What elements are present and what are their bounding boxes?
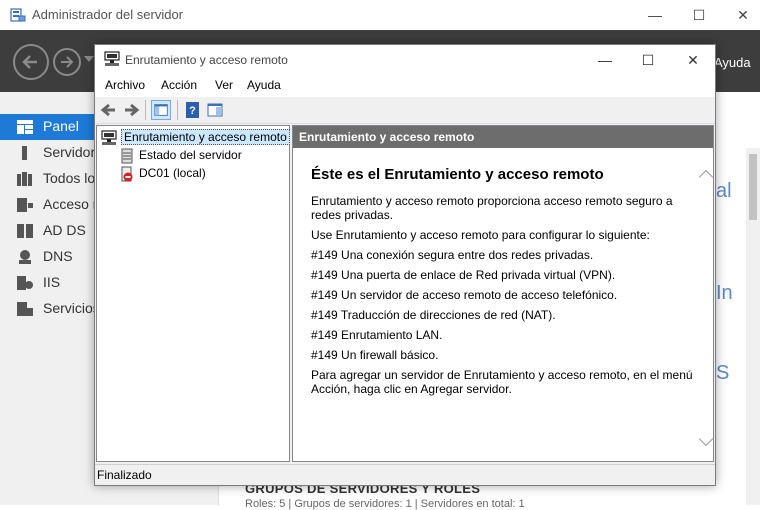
back-arrow-icon [22,55,37,69]
console-tree: Enrutamiento y acceso remoto Estado del … [96,125,290,462]
tree-item-label: Estado del servidor [139,148,242,162]
iis-icon [17,276,33,290]
rras-minimize-button[interactable]: — [590,50,620,70]
detail-list-item: #149 Una puerta de enlace de Red privada… [311,268,616,282]
sidebar-item-label: AD DS [43,222,86,238]
partial-text: S [716,362,730,384]
toolbar: ? [95,97,715,124]
detail-scrollbar[interactable] [697,148,713,461]
help-icon[interactable]: ? [183,100,203,120]
minimize-button[interactable]: — [640,5,670,25]
scroll-down-icon[interactable] [698,431,713,447]
show-hide-console-tree-icon[interactable] [151,100,171,120]
detail-paragraph: Use Enrutamiento y acceso remoto para co… [311,228,650,242]
help-menu[interactable]: Ayuda [714,55,751,70]
history-dropdown-icon[interactable] [84,56,94,62]
forward-button[interactable] [53,48,81,76]
server-manager-titlebar: Administrador del servidor — ☐ ✕ [0,0,760,30]
rras-maximize-button[interactable]: ☐ [633,50,663,70]
detail-pane: Enrutamiento y acceso remoto Éste es el … [292,125,714,462]
server-status-icon [121,148,133,164]
rras-window: Enrutamiento y acceso remoto — ☐ ✕ Archi… [94,44,716,486]
detail-header: Enrutamiento y acceso remoto [293,126,713,148]
back-arrow-icon[interactable] [99,100,119,120]
sidebar-item-label: Acceso r [43,196,98,212]
sidebar-item-label: Servicios [43,300,100,316]
server-manager-scrollbar[interactable] [746,148,760,505]
maximize-button[interactable]: ☐ [684,5,714,25]
groups-section-subtitle: Roles: 5 | Grupos de servidores: 1 | Ser… [245,498,525,510]
menu-bar: Archivo Acción Ver Ayuda [95,75,715,97]
ad-ds-icon [17,224,33,238]
menu-ver[interactable]: Ver [215,78,233,92]
rras-window-title: Enrutamiento y acceso remoto [125,53,288,67]
detail-paragraph: Enrutamiento y acceso remoto proporciona… [311,194,673,222]
toolbar-separator [145,100,146,120]
menu-archivo[interactable]: Archivo [105,78,145,92]
rras-titlebar: Enrutamiento y acceso remoto — ☐ ✕ [95,45,715,75]
forward-arrow-icon [61,56,74,68]
scrollbar-thumb[interactable] [749,154,757,220]
menu-accion[interactable]: Acción [161,78,197,92]
forward-arrow-icon[interactable] [121,100,141,120]
detail-list-item: #149 Enrutamiento LAN. [311,328,443,342]
tree-item-label: DC01 (local) [139,166,206,180]
svg-text:?: ? [189,105,196,117]
sidebar-item-label: Servidor [43,144,96,160]
remote-access-icon [17,198,33,212]
close-button[interactable]: ✕ [728,5,758,25]
toolbar-separator [177,100,178,120]
dns-icon [19,250,31,264]
services-icon [17,302,33,316]
dashboard-icon [17,120,33,134]
rras-app-icon [104,51,120,66]
detail-body: Éste es el Enrutamiento y acceso remoto … [311,166,693,402]
partial-text: al [716,180,732,202]
tree-item-rras-root[interactable]: Enrutamiento y acceso remoto [101,129,290,147]
sidebar-item-label: Panel [43,118,79,134]
window-title: Administrador del servidor [32,7,184,22]
detail-heading: Éste es el Enrutamiento y acceso remoto [311,166,604,183]
server-manager-icon [10,8,26,22]
sidebar-item-label: DNS [43,248,73,264]
detail-list-item: #149 Una conexión segura entre dos redes… [311,248,594,262]
sidebar-item-label: IIS [43,274,61,290]
rras-icon [101,130,117,145]
tree-item-label: Enrutamiento y acceso remoto [121,129,290,145]
detail-list-item: #149 Un firewall básico. [311,348,439,362]
partial-text: In [716,282,733,304]
detail-paragraph: Para agregar un servidor de Enrutamiento… [311,368,693,396]
sidebar-item-label: Todos lo [43,170,96,186]
all-servers-icon [17,172,32,186]
back-button[interactable] [13,44,49,80]
menu-ayuda[interactable]: Ayuda [247,78,281,92]
server-icon [22,146,27,160]
status-bar: Finalizado [95,464,715,485]
detail-list-item: #149 Un servidor de acceso remoto de acc… [311,288,618,302]
detail-list-item: #149 Traducción de direcciones de red (N… [311,308,556,322]
properties-icon[interactable] [205,100,225,120]
rras-close-button[interactable]: ✕ [678,50,708,70]
scroll-up-icon[interactable] [698,169,713,185]
server-stopped-icon [121,166,133,182]
